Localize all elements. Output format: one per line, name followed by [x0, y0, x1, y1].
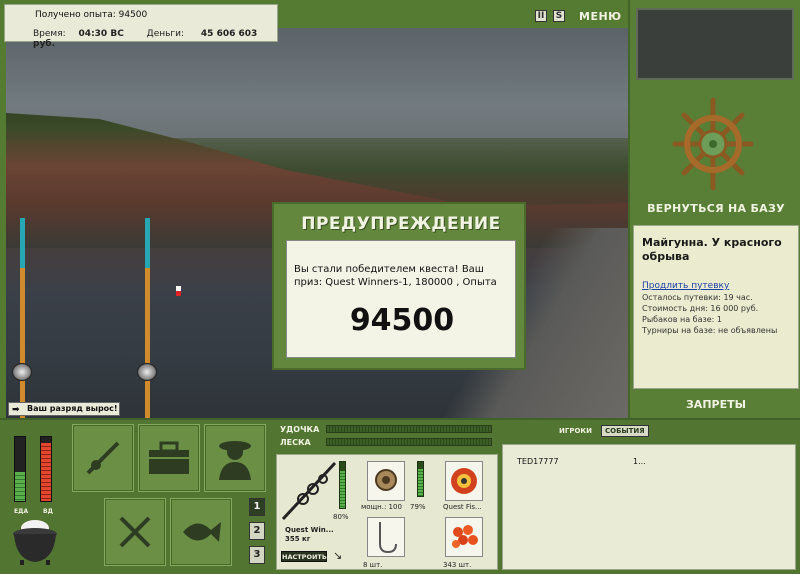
xp-label: Получено опыта:: [35, 10, 116, 20]
hook-tile[interactable]: [367, 517, 405, 557]
reel-2[interactable]: [137, 363, 157, 381]
dialog-xp-value: 94500: [349, 303, 455, 338]
day-cost: Стоимость дня: 16 000 руб.: [642, 304, 759, 313]
settings-icon[interactable]: S: [553, 10, 565, 22]
warning-dialog: ПРЕДУПРЕЖДЕНИЕ Вы стали победителем квес…: [272, 202, 526, 370]
slot-rod[interactable]: [72, 424, 134, 492]
rank-up-toast[interactable]: ➡ Ваш разряд вырос!: [8, 402, 120, 416]
reel-percent: 79%: [410, 503, 426, 511]
hotbar-page-3[interactable]: 3: [249, 546, 265, 564]
slot-tackle-box[interactable]: [138, 424, 200, 492]
right-panel: ВЕРНУТЬСЯ НА БАЗУ Майгунна. У красного о…: [628, 0, 800, 418]
tackle-box-icon: [149, 441, 189, 474]
return-to-base-button[interactable]: ВЕРНУТЬСЯ НА БАЗУ: [630, 202, 800, 215]
tackle-panel: 80% Quest Win... 355 кг НАСТРОИТЬ ↘ мощн…: [276, 454, 498, 570]
money-value: 45 606 603 руб.: [33, 29, 258, 49]
vd-meter: [40, 436, 52, 502]
rod-strength-label: УДОЧКА: [280, 425, 320, 434]
status-meters: ЕДА ВД: [8, 428, 60, 518]
hook-icon: [379, 522, 397, 554]
slot-character[interactable]: [204, 424, 266, 492]
social-tabs: ИГРОКИ СОБЫТИЯ: [556, 425, 649, 437]
dialog-title: ПРЕДУПРЕЖДЕНИЕ: [301, 214, 501, 234]
bait-tile[interactable]: [445, 517, 483, 557]
line-spool-icon: [451, 468, 477, 494]
time-value: 04:30 ВС: [78, 29, 124, 39]
anglers-at-base: Рыбаков на базе: 1: [642, 315, 722, 324]
fishing-rod-1[interactable]: [20, 218, 25, 418]
reel-tile[interactable]: [367, 461, 405, 501]
arrow-right-icon: ➡: [12, 405, 20, 415]
bans-button[interactable]: ЗАПРЕТЫ: [630, 398, 800, 411]
players-list: TED17777 1...: [502, 444, 796, 570]
arrow-down-right-icon: ↘: [333, 549, 343, 562]
top-toolbar: II S МЕНЮ: [535, 8, 622, 24]
rod-strength-bar: [326, 425, 492, 433]
player-name[interactable]: TED17777: [517, 457, 559, 466]
fish-icon: [183, 522, 221, 542]
money-label: Деньги:: [146, 29, 185, 39]
tournaments-at-base: Турниры на базе: не объявлены: [642, 326, 778, 335]
rod-reel-icon[interactable]: [281, 459, 337, 523]
hotbar-page-2[interactable]: 2: [249, 522, 265, 540]
hotbar-page-1[interactable]: 1: [249, 498, 265, 516]
rod-wear-fill: [340, 471, 345, 508]
fishing-rod-2[interactable]: [145, 218, 150, 418]
ship-wheel-icon[interactable]: [672, 96, 754, 192]
hooks-count: 8 шт.: [363, 561, 383, 569]
reel-1[interactable]: [12, 363, 32, 381]
tab-events[interactable]: СОБЫТИЯ: [600, 425, 649, 437]
dialog-message: Вы стали победителем квеста! Ваш приз: Q…: [294, 264, 497, 288]
reel-icon: [375, 469, 397, 491]
cooking-pot-icon[interactable]: [10, 514, 60, 566]
location-title: Майгунна. У красного обрыва: [642, 236, 782, 263]
setup-button[interactable]: НАСТРОИТЬ: [281, 551, 327, 562]
rod-weight: 355 кг: [285, 535, 311, 543]
toast-text: Ваш разряд вырос!: [27, 404, 118, 413]
dialog-body[interactable]: Вы стали победителем квеста! Ваш приз: Q…: [286, 240, 516, 358]
location-panel: Майгунна. У красного обрыва Продлить пут…: [633, 225, 799, 389]
vd-fill: [41, 443, 51, 501]
extend-permit-link[interactable]: Продлить путевку: [642, 281, 729, 291]
food-fill: [15, 472, 25, 501]
stats-panel: Получено опыта: 94500 Время: 04:30 ВС Де…: [4, 4, 278, 49]
line-strength-label: ЛЕСКА: [280, 438, 311, 447]
food-meter: [14, 436, 26, 502]
time-label: Время:: [33, 29, 66, 39]
spacer: [417, 517, 424, 557]
line-spool-tile[interactable]: [445, 461, 483, 501]
reel-wear-fill: [418, 469, 423, 496]
pause-icon[interactable]: II: [535, 10, 547, 22]
reel-power: мощн.: 100: [361, 503, 402, 511]
rod-name: Quest Win...: [285, 526, 334, 534]
bait-count: 343 шт.: [443, 561, 472, 569]
float-bobber[interactable]: [176, 286, 181, 296]
player-value: 1...: [633, 457, 646, 466]
minimap[interactable]: [636, 8, 794, 80]
game-screen: Получено опыта: 94500 Время: 04:30 ВС Де…: [0, 0, 800, 574]
salmon-roe-icon: [452, 525, 478, 548]
rod-icon: [86, 441, 120, 475]
fisherman-icon: [219, 441, 251, 480]
time-money-row: Время: 04:30 ВС Деньги: 45 606 603 руб.: [33, 29, 277, 49]
reel-wear-gauge: [417, 461, 424, 497]
rod-wear-gauge: [339, 461, 346, 509]
xp-row: Получено опыта: 94500: [35, 10, 147, 20]
knife-fork-icon: [119, 516, 151, 548]
tab-players[interactable]: ИГРОКИ: [556, 426, 595, 436]
xp-value: 94500: [118, 10, 148, 20]
line-name: Quest Fis...: [443, 503, 482, 511]
menu-button[interactable]: МЕНЮ: [579, 10, 622, 23]
rod-percent: 80%: [333, 513, 349, 521]
tackle-header: УДОЧКА ЛЕСКА: [276, 424, 498, 450]
slot-fish[interactable]: [170, 498, 232, 566]
line-strength-bar: [326, 438, 492, 446]
slot-food[interactable]: [104, 498, 166, 566]
permit-remaining: Осталось путевки: 19 час.: [642, 293, 753, 302]
